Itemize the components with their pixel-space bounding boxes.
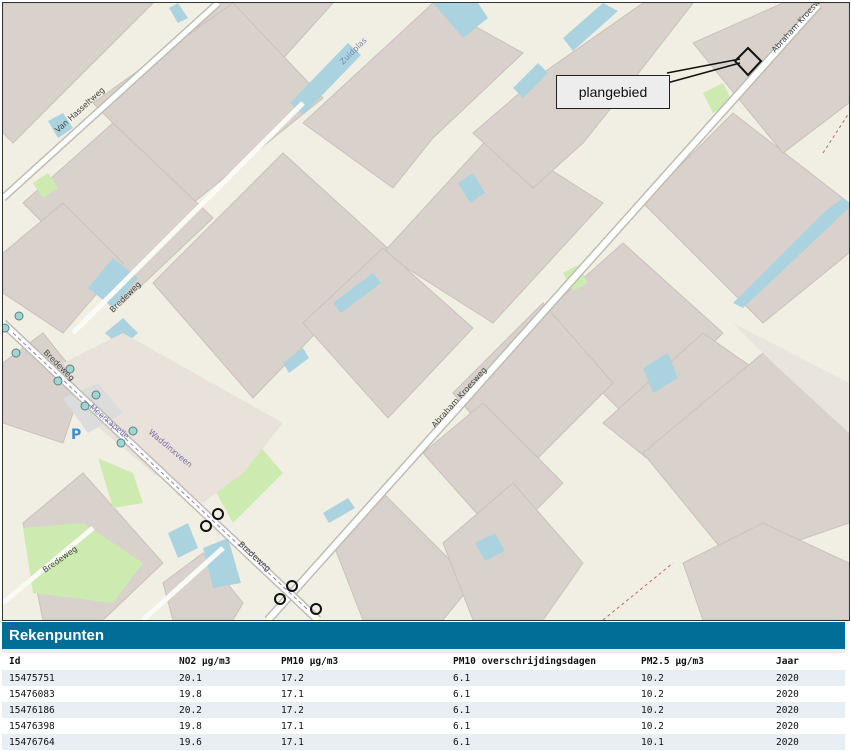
table-row[interactable]: 15475751 20.1 17.2 6.1 10.2 2020 xyxy=(2,670,845,686)
cell-pm25: 10.2 xyxy=(634,702,769,718)
cell-pm10-days: 6.1 xyxy=(446,718,634,734)
results-table: Id NO2 µg/m3 PM10 µg/m3 PM10 overschrijd… xyxy=(2,653,845,750)
table-row[interactable]: 15476398 19.8 17.1 6.1 10.2 2020 xyxy=(2,718,845,734)
table-header-row: Id NO2 µg/m3 PM10 µg/m3 PM10 overschrijd… xyxy=(2,653,845,670)
table-row[interactable]: 15476186 20.2 17.2 6.1 10.2 2020 xyxy=(2,702,845,718)
parking-icon: P xyxy=(71,427,81,443)
table-row[interactable]: 15476764 19.6 17.1 6.1 10.1 2020 xyxy=(2,734,845,750)
cell-no2: 20.2 xyxy=(172,702,274,718)
map-canvas: Abraham Kroesweg Abraham Kroesweg Zuidpl… xyxy=(3,3,849,620)
column-header-id: Id xyxy=(2,653,172,670)
column-header-year: Jaar xyxy=(769,653,845,670)
plangebied-callout: plangebied xyxy=(556,75,670,109)
cell-pm25: 10.2 xyxy=(634,670,769,686)
cell-pm10-days: 6.1 xyxy=(446,702,634,718)
cell-pm25: 10.2 xyxy=(634,718,769,734)
cell-no2: 19.6 xyxy=(172,734,274,750)
column-header-no2: NO2 µg/m3 xyxy=(172,653,274,670)
cell-year: 2020 xyxy=(769,702,845,718)
cell-year: 2020 xyxy=(769,670,845,686)
cell-no2: 20.1 xyxy=(172,670,274,686)
column-header-pm10: PM10 µg/m3 xyxy=(274,653,446,670)
cell-id: 15476186 xyxy=(2,702,172,718)
cell-year: 2020 xyxy=(769,718,845,734)
cell-pm10-days: 6.1 xyxy=(446,734,634,750)
cell-id: 15476083 xyxy=(2,686,172,702)
cell-pm10: 17.2 xyxy=(274,702,446,718)
cell-pm10: 17.1 xyxy=(274,686,446,702)
table-row[interactable]: 15476083 19.8 17.1 6.1 10.2 2020 xyxy=(2,686,845,702)
cell-year: 2020 xyxy=(769,734,845,750)
cell-no2: 19.8 xyxy=(172,718,274,734)
cell-pm10: 17.1 xyxy=(274,734,446,750)
cell-pm10-days: 6.1 xyxy=(446,670,634,686)
column-header-pm25: PM2.5 µg/m3 xyxy=(634,653,769,670)
cell-id: 15476764 xyxy=(2,734,172,750)
column-header-pm10-days: PM10 overschrijdingsdagen xyxy=(446,653,634,670)
cell-pm25: 10.1 xyxy=(634,734,769,750)
cell-pm10-days: 6.1 xyxy=(446,686,634,702)
cell-id: 15475751 xyxy=(2,670,172,686)
cell-pm10: 17.2 xyxy=(274,670,446,686)
results-panel: Rekenpunten Id NO2 µg/m3 PM10 µg/m3 PM10… xyxy=(2,622,845,750)
cell-year: 2020 xyxy=(769,686,845,702)
panel-title: Rekenpunten xyxy=(2,622,845,649)
cell-pm25: 10.2 xyxy=(634,686,769,702)
cell-pm10: 17.1 xyxy=(274,718,446,734)
cell-no2: 19.8 xyxy=(172,686,274,702)
map-view[interactable]: Abraham Kroesweg Abraham Kroesweg Zuidpl… xyxy=(2,2,850,621)
cell-id: 15476398 xyxy=(2,718,172,734)
